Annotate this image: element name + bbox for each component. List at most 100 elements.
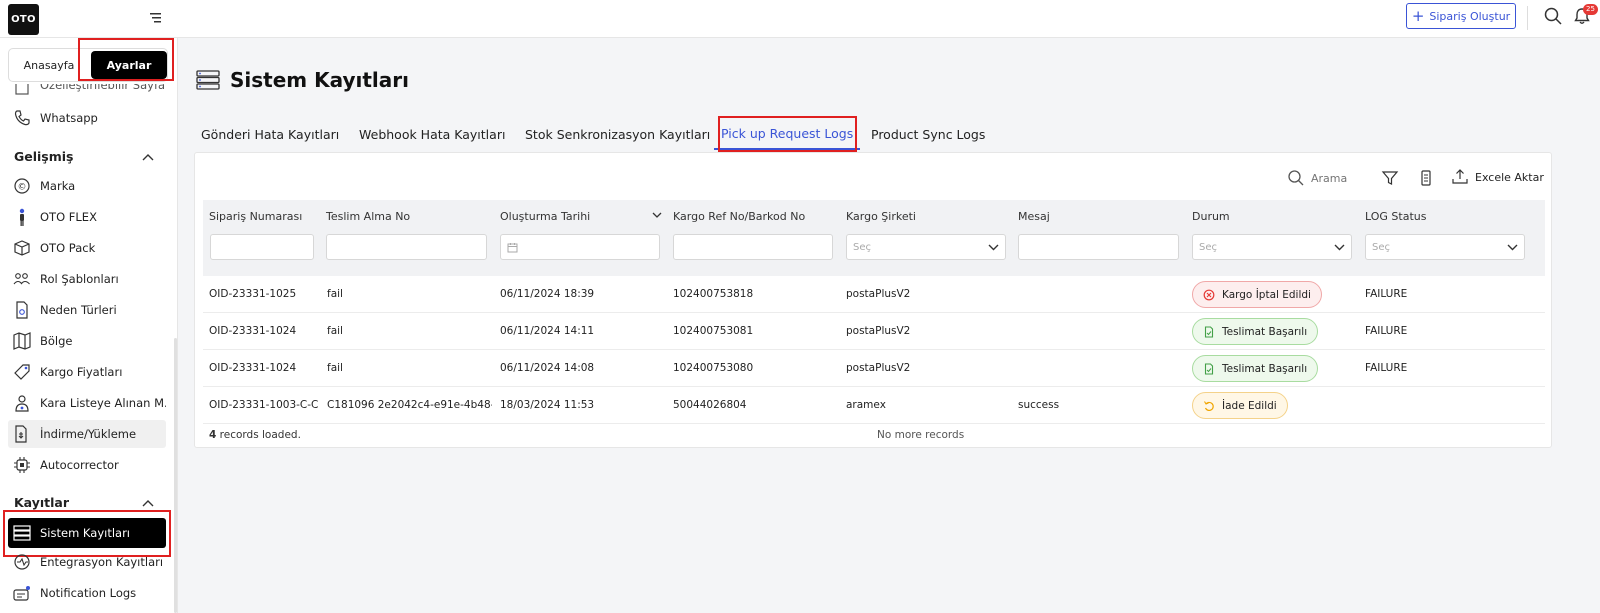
cell-ref: 102400753818: [673, 288, 754, 300]
cell-date: 18/03/2024 11:53: [500, 399, 595, 411]
export-excel-button[interactable]: Excele Aktar: [1451, 168, 1544, 186]
column-pickup-number[interactable]: Teslim Alma No: [326, 210, 410, 223]
cell-log-status: FAILURE: [1365, 325, 1408, 337]
toggle-home-button[interactable]: Anasayfa: [9, 49, 89, 81]
search-icon: [1288, 170, 1304, 186]
phone-icon: [14, 110, 30, 126]
topbar-divider: [1527, 6, 1528, 30]
column-order-number[interactable]: Sipariş Numarası: [209, 210, 302, 223]
cell-log-status: FAILURE: [1365, 362, 1408, 374]
export-label: Excele Aktar: [1475, 170, 1544, 184]
column-log-status[interactable]: LOG Status: [1365, 210, 1426, 223]
column-created-date-label: Oluşturma Tarihi: [500, 210, 591, 223]
filter-log-status-select[interactable]: Seç: [1365, 234, 1525, 260]
cell-pickup: fail: [327, 288, 343, 300]
create-order-label: Sipariş Oluştur: [1429, 9, 1511, 23]
filter-cargo-ref[interactable]: [673, 234, 833, 260]
sidebar-item-oto-pack[interactable]: OTO Pack: [8, 234, 166, 262]
status-badge-label: Teslimat Başarılı: [1222, 325, 1308, 338]
filter-status-select[interactable]: Seç: [1192, 234, 1352, 260]
column-created-date[interactable]: Oluşturma Tarihi: [500, 210, 662, 223]
sidebar-item-notification-logs[interactable]: Notification Logs: [8, 579, 166, 607]
table-row[interactable]: OID-23331-1025 fail 06/11/2024 18:39 102…: [203, 276, 1545, 313]
sidebar: Anasayfa Ayarlar Özelleştirilebilir Sayf…: [0, 38, 178, 613]
search-input[interactable]: [1311, 171, 1363, 185]
column-cargo-ref[interactable]: Kargo Ref No/Barkod No: [673, 210, 805, 223]
brand-icon: ©: [14, 178, 30, 194]
sidebar-item-blacklist[interactable]: Kara Listeye Alınan M...: [8, 389, 166, 417]
cell-order: OID-23331-1024: [209, 362, 297, 374]
column-message[interactable]: Mesaj: [1018, 210, 1050, 223]
table-row[interactable]: OID-23331-1003-C-C C181096 2e2042c4-e91e…: [203, 387, 1545, 424]
tab-product-sync-logs[interactable]: Product Sync Logs: [871, 118, 985, 150]
sidebar-item-cargo-prices[interactable]: Kargo Fiyatları: [8, 358, 166, 386]
status-badge-label: İade Edildi: [1222, 399, 1277, 412]
no-more-records: No more records: [877, 429, 965, 441]
filter-pickup-number[interactable]: [326, 234, 487, 260]
server-icon: [196, 70, 220, 90]
table-footer: 4 records loaded. No more records: [203, 425, 1545, 445]
sidebar-item-region[interactable]: Bölge: [8, 327, 166, 355]
log-status-select-value: Seç: [1372, 241, 1390, 253]
page-header: Sistem Kayıtları: [196, 68, 409, 92]
status-badge-label: Teslimat Başarılı: [1222, 362, 1308, 375]
filter-icon[interactable]: [1381, 169, 1399, 187]
svg-text:©: ©: [18, 183, 27, 193]
sidebar-item-label: Entegrasyon Kayıtları: [40, 555, 164, 569]
column-carrier[interactable]: Kargo Şirketi: [846, 210, 916, 223]
cell-order: OID-23331-1024: [209, 325, 297, 337]
sidebar-item-download-upload[interactable]: İndirme/Yükleme: [8, 420, 166, 448]
tab-stock-sync[interactable]: Stok Senkronizasyon Kayıtları: [525, 118, 710, 150]
tab-webhook-errors[interactable]: Webhook Hata Kayıtları: [359, 118, 505, 150]
sidebar-item-autocorrector[interactable]: Autocorrector: [8, 451, 166, 479]
oto-logo[interactable]: OTO: [8, 4, 39, 35]
filter-created-date[interactable]: [500, 234, 660, 260]
cell-carrier: postaPlusV2: [846, 362, 911, 374]
columns-settings-icon[interactable]: [1417, 169, 1435, 187]
sidebar-item-brand[interactable]: © Marka: [8, 172, 166, 200]
logs-panel: Excele Aktar Sipariş Numarası Teslim Alm…: [194, 152, 1552, 448]
file-transfer-icon: [15, 425, 27, 443]
sidebar-item-role-templates[interactable]: Rol Şablonları: [8, 265, 166, 293]
top-bar: OTO + Sipariş Oluştur 25: [0, 0, 1600, 38]
document-check-icon: [1204, 362, 1214, 375]
carrier-select-value: Seç: [853, 241, 871, 253]
sidebar-scrollbar[interactable]: [174, 338, 177, 613]
cell-date: 06/11/2024 18:39: [500, 288, 595, 300]
filter-order-number[interactable]: [210, 234, 314, 260]
create-order-button[interactable]: + Sipariş Oluştur: [1406, 3, 1516, 29]
cell-pickup: C181096 2e2042c4-e91e-4b48-...: [327, 399, 492, 411]
sidebar-item-label: İndirme/Yükleme: [40, 427, 137, 441]
cell-ref: 102400753081: [673, 325, 754, 337]
filter-carrier-select[interactable]: Seç: [846, 234, 1006, 260]
table-search[interactable]: [1287, 167, 1367, 189]
integration-icon: [14, 554, 30, 570]
sidebar-item-label: Autocorrector: [40, 458, 119, 472]
menu-collapse-icon[interactable]: [148, 10, 164, 26]
table-row[interactable]: OID-23331-1024 fail 06/11/2024 14:08 102…: [203, 350, 1545, 387]
sidebar-item-whatsapp[interactable]: Whatsapp: [8, 104, 166, 132]
sidebar-item-label: OTO FLEX: [40, 210, 97, 224]
cell-ref: 102400753080: [673, 362, 754, 374]
filter-message[interactable]: [1018, 234, 1179, 260]
section-logs[interactable]: Kayıtlar: [14, 495, 154, 510]
map-icon: [13, 332, 31, 350]
table-row[interactable]: OID-23331-1024 fail 06/11/2024 14:11 102…: [203, 313, 1545, 350]
cell-order: OID-23331-1003-C-C: [209, 399, 319, 411]
tab-shipment-errors[interactable]: Gönderi Hata Kayıtları: [201, 118, 339, 150]
sidebar-item-custom-pages[interactable]: Özelleştirilebilir Sayfalar: [8, 84, 166, 98]
search-icon[interactable]: [1543, 6, 1563, 26]
section-advanced[interactable]: Gelişmiş: [14, 149, 154, 164]
plus-icon: +: [1411, 6, 1425, 25]
cell-carrier: postaPlusV2: [846, 288, 911, 300]
sidebar-item-integration-logs[interactable]: Entegrasyon Kayıtları: [8, 548, 166, 576]
sidebar-item-reason-types[interactable]: Neden Türleri: [8, 296, 166, 324]
flex-person-icon: [19, 208, 25, 226]
sidebar-item-label: Notification Logs: [40, 586, 137, 600]
sort-chevron-icon: [652, 212, 662, 218]
sidebar-item-oto-flex[interactable]: OTO FLEX: [8, 203, 166, 231]
column-status[interactable]: Durum: [1192, 210, 1230, 223]
notification-badge: 25: [1583, 4, 1598, 15]
document-check-icon: [1204, 325, 1214, 338]
cell-message: success: [1018, 399, 1060, 411]
